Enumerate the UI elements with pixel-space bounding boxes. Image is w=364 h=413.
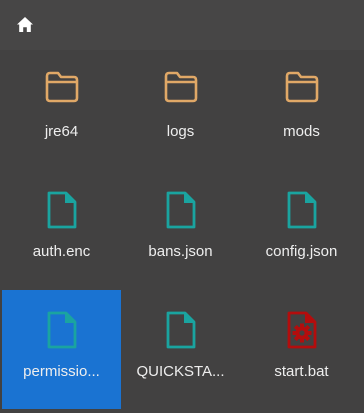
file-name: bans.json [148, 243, 213, 260]
folder-icon [2, 70, 121, 108]
gear-file-icon [242, 310, 361, 349]
file-icon [242, 190, 361, 229]
toolbar [0, 0, 364, 50]
file-item[interactable]: auth.enc [2, 170, 121, 289]
file-item-selected[interactable]: permissio... [2, 290, 121, 409]
file-name: QUICKSTA... [136, 363, 225, 380]
home-button[interactable] [15, 14, 35, 34]
file-name: config.json [265, 243, 338, 260]
file-name: logs [166, 123, 195, 140]
file-icon [2, 190, 121, 229]
file-item[interactable]: bans.json [121, 170, 240, 289]
file-name: jre64 [44, 123, 79, 140]
file-icon [121, 190, 240, 229]
file-item[interactable]: QUICKSTA... [121, 290, 240, 409]
file-item[interactable]: jre64 [2, 50, 121, 169]
file-browser-panel: jre64 logs mods auth.enc bans.json confi… [0, 0, 364, 413]
file-name: permissio... [23, 363, 100, 380]
folder-icon [121, 70, 240, 108]
file-name: auth.enc [32, 243, 91, 260]
file-item[interactable]: logs [121, 50, 240, 169]
home-icon [17, 16, 33, 32]
file-name: mods [283, 123, 320, 140]
file-icon [121, 310, 240, 349]
file-item[interactable]: start.bat [242, 290, 361, 409]
folder-icon [242, 70, 361, 108]
file-icon [2, 310, 121, 349]
file-item[interactable]: mods [242, 50, 361, 169]
file-name: start.bat [274, 363, 329, 380]
file-item[interactable]: config.json [242, 170, 361, 289]
